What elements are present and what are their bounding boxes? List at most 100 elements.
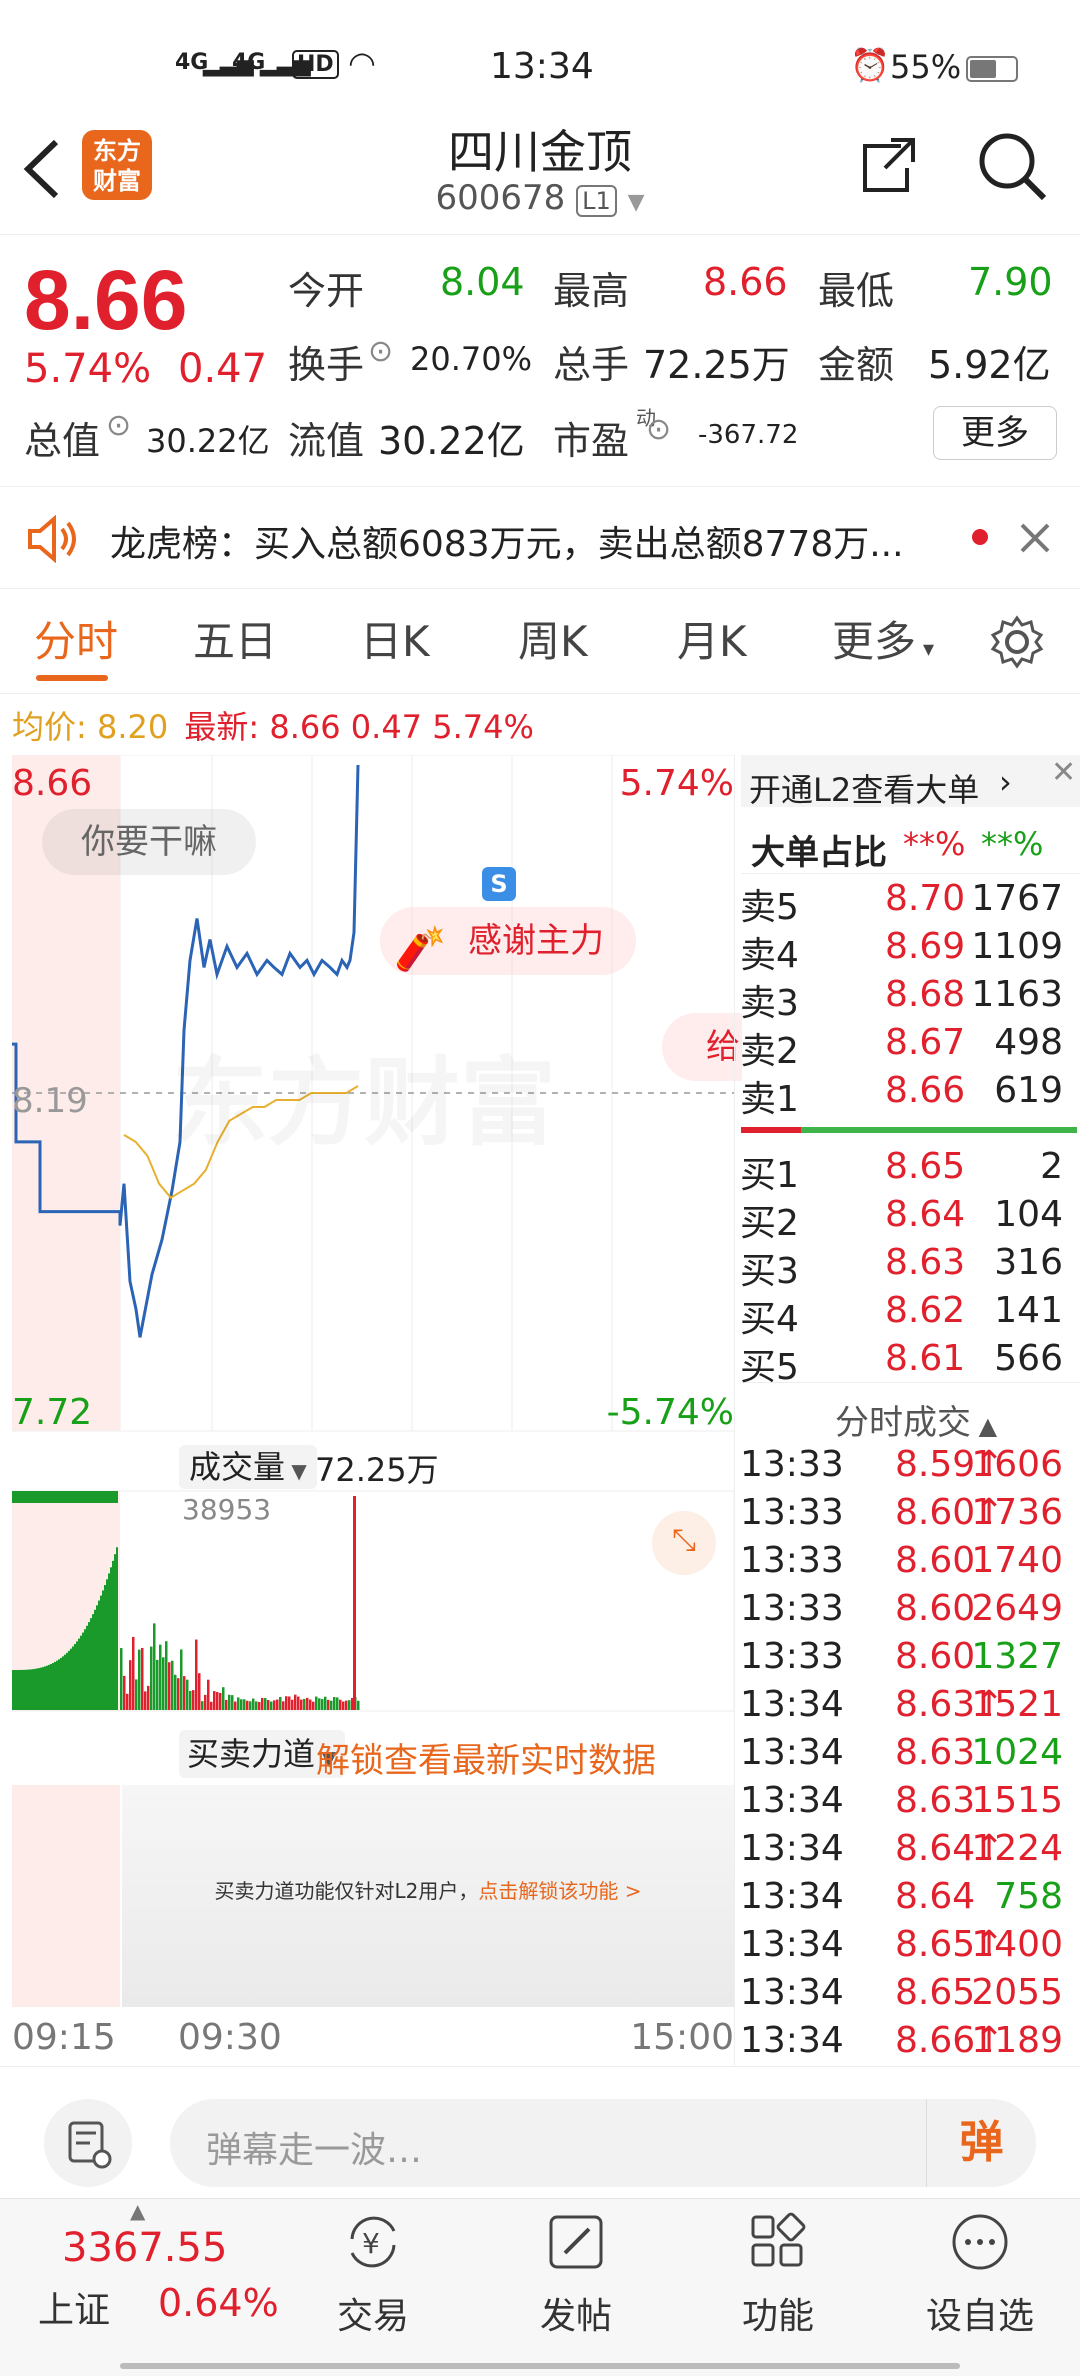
close-icon[interactable] xyxy=(1018,521,1052,555)
tab-five-day[interactable]: 五日 xyxy=(193,589,277,695)
level-dropdown-icon[interactable]: ▼ xyxy=(628,190,645,215)
volume-bar xyxy=(72,1646,74,1710)
settings-gear-icon[interactable] xyxy=(990,615,1044,669)
buy-label: 买5 xyxy=(740,1347,799,1388)
l2-link[interactable]: 开通L2查看大单 xyxy=(749,765,979,811)
trades-header[interactable]: 分时成交 ▲ xyxy=(835,1395,997,1444)
pct-min-label: -5.74% xyxy=(606,1392,734,1433)
l2-promo-bar[interactable]: 开通L2查看大单 › ✕ xyxy=(741,755,1080,809)
volume-bar xyxy=(70,1648,72,1710)
tab-weekly-k[interactable]: 周K xyxy=(518,589,588,695)
hd-label: HD xyxy=(292,50,339,79)
force-notice-link[interactable]: 点击解锁该功能 > xyxy=(478,1879,641,1903)
volume-bar xyxy=(357,1700,360,1710)
trade-volume: 1400 xyxy=(971,1924,1063,1965)
sell-label: 卖4 xyxy=(740,935,799,976)
buy-label: 买2 xyxy=(740,1203,799,1244)
share-icon[interactable] xyxy=(855,132,921,198)
volume-bar xyxy=(32,1669,34,1710)
volume-selector[interactable]: 成交量 ▼ xyxy=(179,1445,317,1489)
buy-price: 8.64 xyxy=(885,1194,966,1235)
volume-bar xyxy=(86,1625,88,1710)
s-marker[interactable]: S xyxy=(482,867,516,901)
trade-price: 8.64 xyxy=(895,1828,976,1869)
tab-monthly-k[interactable]: 月K xyxy=(677,589,747,695)
high-label: 最高 xyxy=(553,269,630,313)
volume-bar xyxy=(339,1699,342,1710)
volume-bar xyxy=(342,1701,345,1710)
volume-selector-label: 成交量 xyxy=(189,1448,286,1486)
sell-price: 8.69 xyxy=(885,926,966,967)
sell-label: 卖1 xyxy=(740,1079,799,1120)
buy-volume: 104 xyxy=(994,1194,1063,1235)
trade-row: 13:34 8.65 2055 xyxy=(740,1972,1075,2020)
pe-info-icon[interactable]: ⊙ xyxy=(646,412,671,447)
danmu-input[interactable]: 弹幕走一波… 弹 xyxy=(170,2099,1036,2187)
tab-more[interactable]: 更多 ▾ xyxy=(832,589,934,695)
trade-row: 13:33 8.60 2649 xyxy=(740,1588,1075,1636)
force-unlock-link[interactable]: 解锁查看最新实时数据 xyxy=(316,1733,656,1782)
sell-volume: 1109 xyxy=(971,926,1063,967)
nav-add-watchlist[interactable]: 设自选 xyxy=(910,2209,1050,2339)
trade-price: 8.60 xyxy=(895,1492,976,1533)
volume-bar xyxy=(336,1697,339,1710)
volume-bar xyxy=(246,1700,249,1710)
danmu-toggle-icon[interactable] xyxy=(44,2099,132,2187)
danmu-placeholder: 弹幕走一波… xyxy=(206,2130,423,2171)
x-label-end: 15:00 xyxy=(630,2017,734,2058)
volume-bar xyxy=(216,1691,219,1710)
volume-dropdown-icon: ▼ xyxy=(285,1459,307,1483)
mktcap-info-icon[interactable]: ⊙ xyxy=(106,408,131,443)
nav-post[interactable]: 发帖 xyxy=(506,2209,646,2339)
volume-bar xyxy=(159,1644,162,1710)
buy-row: 买2 8.64 104 xyxy=(740,1194,1075,1244)
more-quote-button[interactable]: 更多 xyxy=(933,406,1057,460)
sell-row: 卖1 8.66 619 xyxy=(740,1070,1075,1120)
volume-bar xyxy=(96,1605,98,1710)
volume-bar xyxy=(288,1696,291,1710)
big-order-red: **% xyxy=(903,825,966,863)
buy-label: 买3 xyxy=(740,1251,799,1292)
trade-time: 13:33 xyxy=(740,1444,844,1485)
index-collapse-icon[interactable]: ▲ xyxy=(130,2199,145,2223)
search-icon[interactable] xyxy=(976,130,1048,202)
amount-value: 5.92亿 xyxy=(928,343,1051,387)
volume-bar xyxy=(228,1694,231,1710)
nav-functions[interactable]: 功能 xyxy=(708,2209,848,2339)
tab-daily-k[interactable]: 日K xyxy=(360,589,430,695)
danmu-send-button[interactable]: 弹 xyxy=(926,2099,1036,2187)
danmu-bubble-2-text: 感谢主力 xyxy=(468,921,604,961)
trade-row: 13:33 8.60 ↑ 1736 xyxy=(740,1492,1075,1540)
volume-bar xyxy=(258,1701,261,1710)
tab-more-label: 更多 xyxy=(832,617,917,666)
volume-bar xyxy=(62,1656,64,1710)
trade-time: 13:34 xyxy=(740,1972,844,2013)
volume-bar xyxy=(66,1652,68,1710)
trade-price: 8.65 xyxy=(895,1972,976,2013)
volume-bar xyxy=(82,1632,84,1710)
volume-bar xyxy=(186,1679,189,1710)
volume-bar xyxy=(219,1692,222,1710)
volume-bar xyxy=(210,1701,213,1710)
volume-bar xyxy=(213,1691,216,1710)
turnover-info-icon[interactable]: ⊙ xyxy=(368,334,393,369)
l2-close-icon[interactable]: ✕ xyxy=(1051,755,1076,790)
nav-trade[interactable]: ¥ 交易 xyxy=(303,2209,443,2339)
chart-region[interactable]: 8.66 7.72 8.19 5.74% -5.74% 东方财富 你要干嘛 🧨 … xyxy=(12,755,742,2065)
index-value[interactable]: 3367.55 xyxy=(62,2225,227,2271)
chart-info-line: 均价: 8.20 最新: 8.66 0.47 5.74% xyxy=(12,702,534,748)
volume-bar xyxy=(114,1554,116,1710)
volume-bar xyxy=(138,1649,141,1710)
expand-icon[interactable]: ⤡ xyxy=(652,1511,716,1575)
svg-text:¥: ¥ xyxy=(362,2227,380,2260)
buy-volume: 566 xyxy=(994,1338,1063,1379)
ratio-bar-green xyxy=(801,1127,1077,1133)
battery-icon xyxy=(966,56,1018,82)
notice-bar[interactable]: 龙虎榜：买入总额6083万元，卖出总额8778万... xyxy=(0,486,1080,588)
latest-label: 最新: xyxy=(184,708,260,746)
volume-bar xyxy=(20,1669,22,1710)
volume-bar xyxy=(231,1695,234,1710)
trade-volume: 2055 xyxy=(971,1972,1063,2013)
volume-bar xyxy=(126,1693,129,1710)
high-value: 8.66 xyxy=(703,260,788,304)
